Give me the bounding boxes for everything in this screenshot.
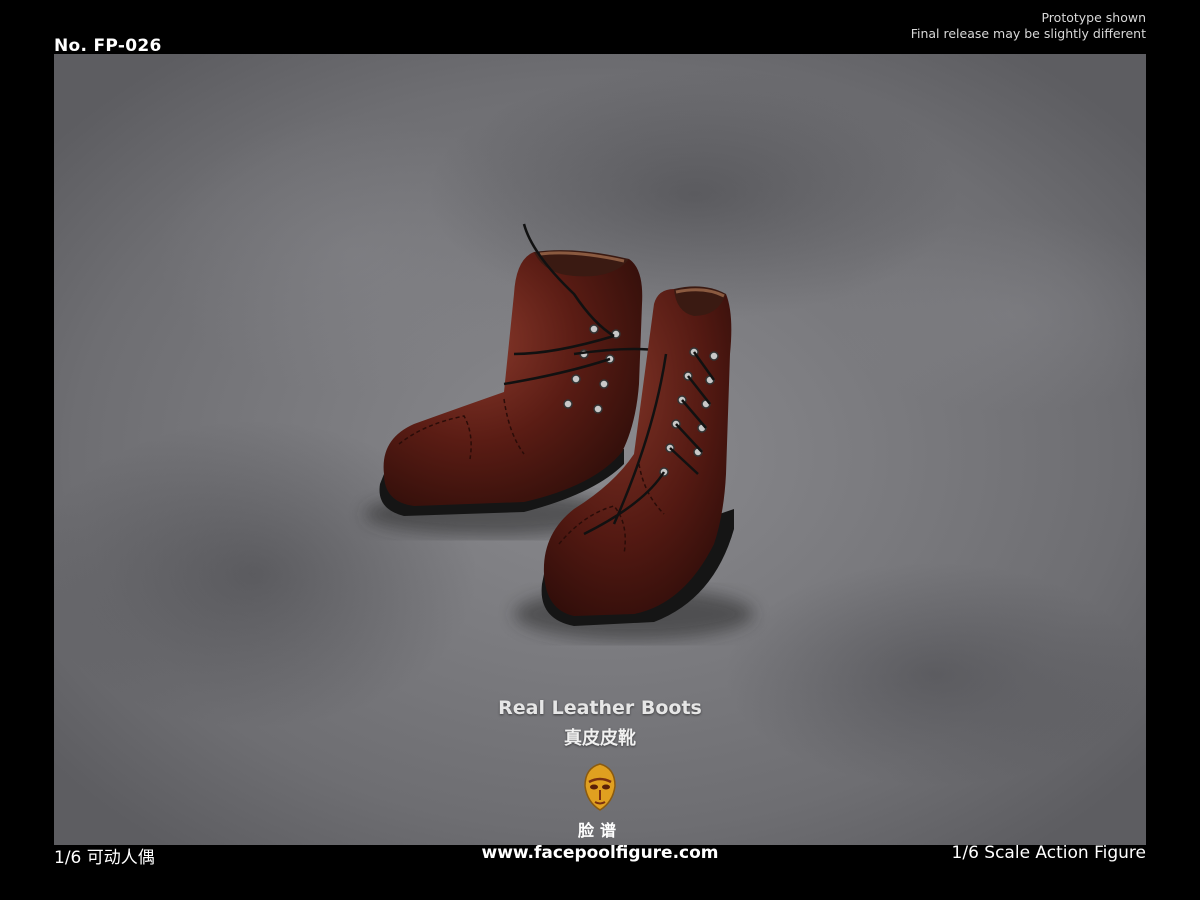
disclaimer: Prototype shown Final release may be sli… — [911, 10, 1146, 42]
product-photo: Real Leather Boots 真皮皮靴 脸谱 — [54, 54, 1146, 845]
product-number: No. FP-026 — [54, 36, 162, 56]
footer-right-label: 1/6 Scale Action Figure — [951, 843, 1146, 863]
logo-text: 脸谱 — [577, 821, 622, 840]
disclaimer-line-2: Final release may be slightly different — [910, 26, 1146, 41]
caption-chinese: 真皮皮靴 — [564, 728, 636, 749]
caption-english: Real Leather Boots — [498, 697, 702, 719]
facepool-logo-icon — [584, 763, 616, 811]
disclaimer-line-1: Prototype shown — [1041, 10, 1146, 25]
